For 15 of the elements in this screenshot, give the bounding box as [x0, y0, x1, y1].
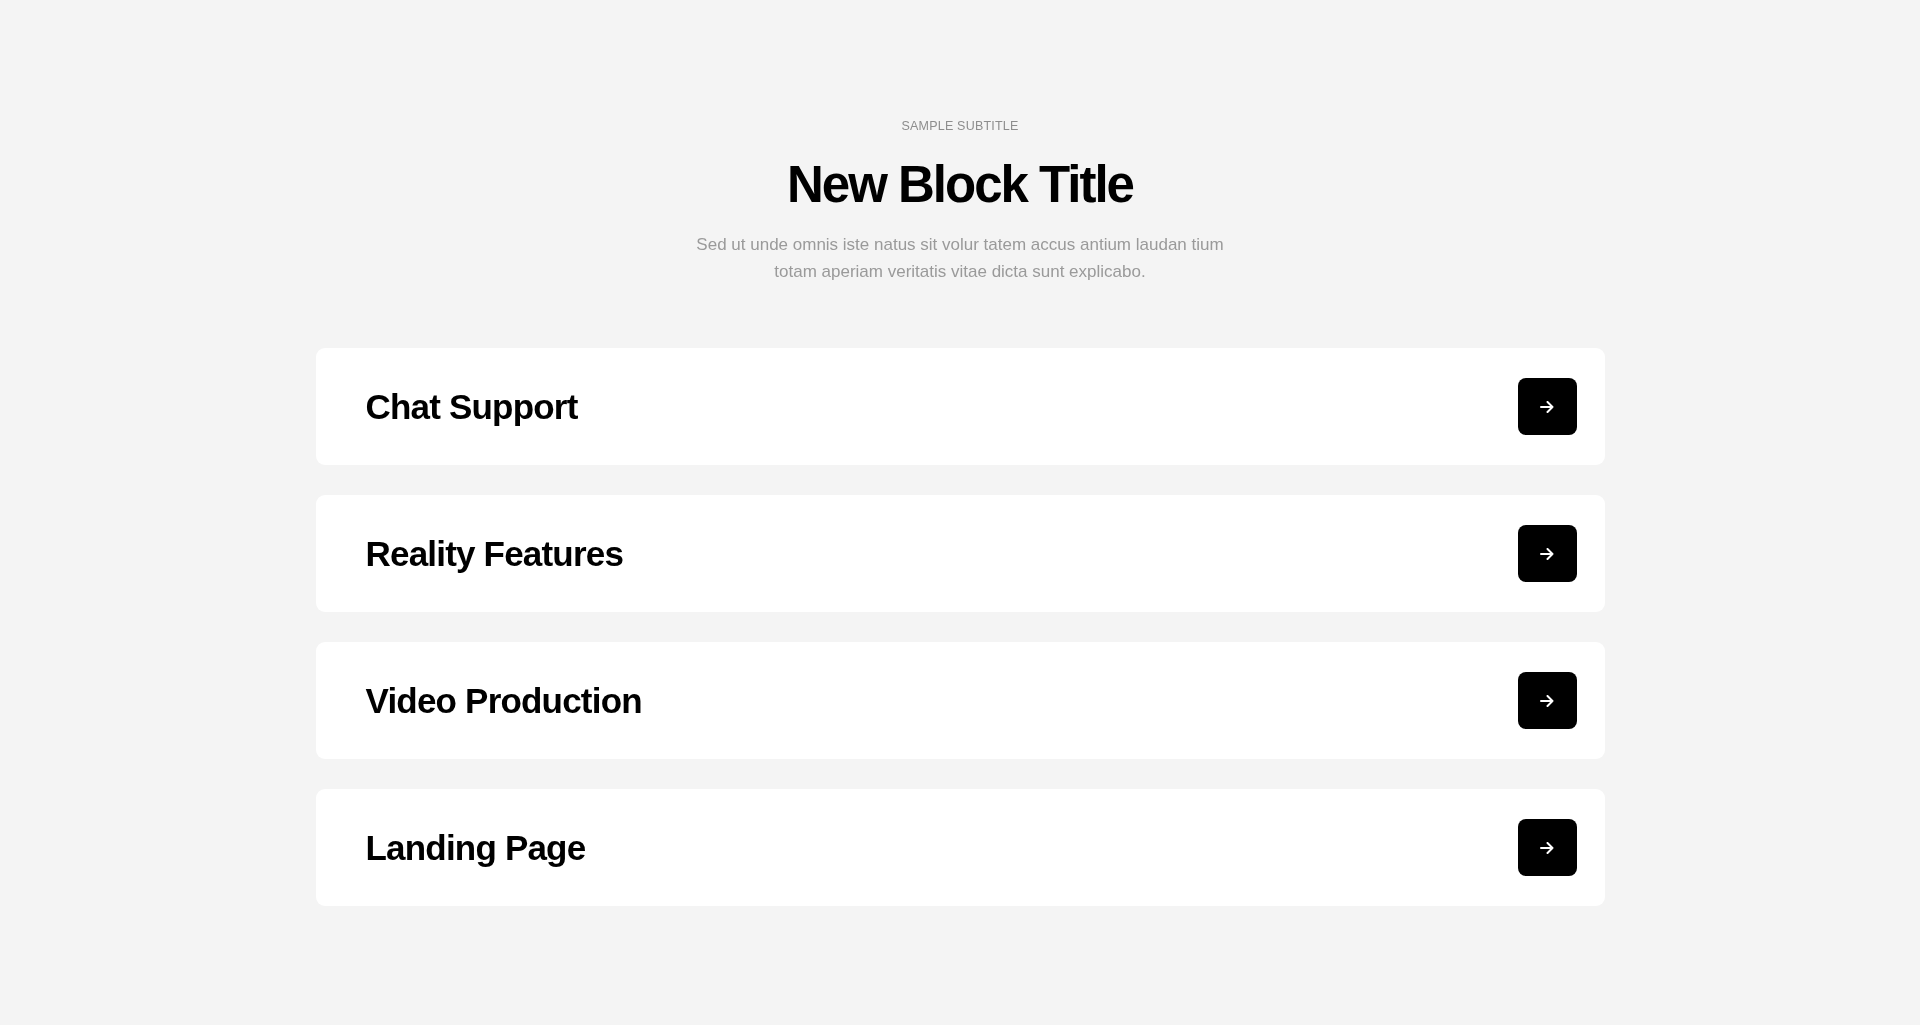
- section-title: New Block Title: [786, 155, 1134, 215]
- arrow-right-icon: [1540, 694, 1554, 707]
- section-subtitle: SAMPLE SUBTITLE: [900, 118, 1020, 135]
- arrow-right-icon: [1540, 841, 1554, 854]
- card-title: Video Production: [365, 679, 642, 722]
- card-title: Reality Features: [365, 532, 624, 575]
- card-title: Chat Support: [365, 385, 578, 428]
- arrow-button[interactable]: [1517, 378, 1577, 435]
- arrow-right-icon: [1540, 547, 1554, 560]
- arrow-button[interactable]: [1517, 819, 1577, 876]
- card-title: Landing Page: [365, 826, 586, 869]
- arrow-right-icon: [1540, 400, 1554, 413]
- arrow-button[interactable]: [1517, 672, 1577, 729]
- arrow-button[interactable]: [1517, 525, 1577, 582]
- section-description: Sed ut unde omnis iste natus sit volur tatem accus antium laudan tium totam aperiam veritatis vitae dicta sunt explicabo.: [695, 234, 1225, 283]
